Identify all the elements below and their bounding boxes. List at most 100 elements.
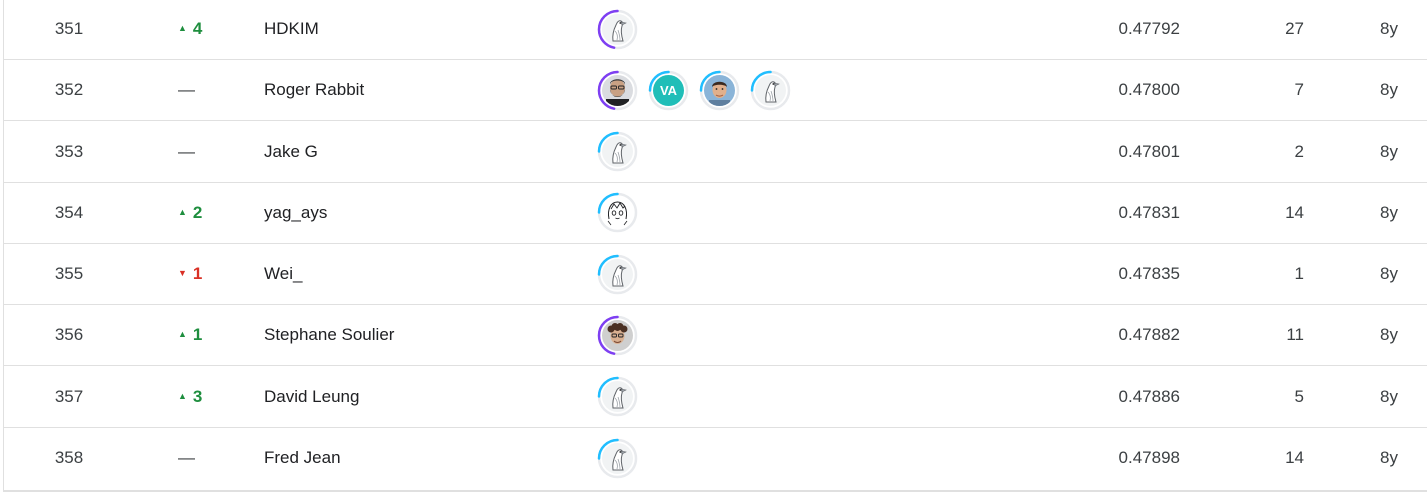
entries-cell: 2 [1294,141,1304,161]
team-members: VA [597,60,897,120]
team-members [597,244,897,304]
rank-change: ▲ 1 [178,305,238,365]
table-row[interactable]: 352 — Roger Rabbit VA 0.47800 7 8y [4,60,1427,122]
entries-cell: 14 [1285,202,1304,222]
avatar-image [602,13,633,45]
entries-cell: 14 [1285,448,1304,468]
rank-change: ▲ 4 [178,0,238,59]
rank-cell: 356 [54,325,84,345]
score-cell: 0.47792 [1118,19,1180,38]
avatar-image: VA [653,74,684,106]
rank-up-icon: ▲ [178,329,187,340]
score-cell: 0.47898 [1118,448,1180,468]
team-name[interactable]: Stephane Soulier [264,305,584,365]
last-submission-cell: 8y [1380,325,1398,345]
rank-change-value: 3 [192,386,203,406]
team-name[interactable]: Jake G [264,122,584,182]
member-avatar[interactable] [699,70,740,111]
rank-cell: 357 [54,386,84,406]
entries-cell: 27 [1285,19,1304,38]
team-members [597,428,897,489]
team-name[interactable]: David Leung [264,367,584,427]
rank-change-value: 1 [192,264,203,283]
last-submission-cell: 8y [1380,80,1398,100]
leaderboard-table: 351 ▲ 4 HDKIM 0.47792 27 8y 352 — Roger … [3,0,1427,492]
avatar-image [602,442,633,474]
last-submission-cell: 8y [1380,448,1398,468]
member-avatar[interactable] [597,254,638,295]
rank-cell: 354 [54,202,84,222]
avatar-image [602,74,633,106]
member-avatar[interactable] [597,315,638,356]
team-members [597,0,897,59]
last-submission-cell: 8y [1380,141,1398,161]
table-row[interactable]: 356 ▲ 1 Stephane Soulier 0.47882 11 8y [4,305,1427,367]
rank-cell: 353 [54,141,84,161]
rank-change: ▲ 3 [178,367,238,427]
last-submission-cell: 8y [1380,202,1398,222]
rank-change-value: — [178,448,195,468]
rank-change: ▲ 2 [178,183,238,243]
team-members [597,122,897,182]
team-name[interactable]: Roger Rabbit [264,60,584,120]
member-avatar[interactable] [597,438,638,479]
avatar-image [602,381,633,412]
member-avatar[interactable] [597,70,638,111]
rank-change-value: — [178,141,195,161]
team-members [597,305,897,365]
rank-cell: 352 [54,80,84,100]
table-row[interactable]: 353 — Jake G 0.47801 2 8y [4,122,1427,183]
table-row[interactable]: 351 ▲ 4 HDKIM 0.47792 27 8y [4,0,1427,60]
score-cell: 0.47835 [1118,264,1180,283]
rank-change-value: — [178,80,195,100]
score-cell: 0.47831 [1118,202,1180,222]
team-name[interactable]: yag_ays [264,183,584,243]
team-members [597,367,897,427]
rank-change-value: 4 [192,19,203,38]
table-row[interactable]: 357 ▲ 3 David Leung 0.47886 5 8y [4,367,1427,428]
rank-change: — [178,428,238,489]
rank-up-icon: ▲ [178,390,187,401]
avatar-image [704,74,735,106]
entries-cell: 11 [1286,325,1304,345]
last-submission-cell: 8y [1380,386,1398,406]
entries-cell: 5 [1294,386,1304,406]
avatar-image [602,258,633,290]
team-name[interactable]: Wei_ [264,244,584,304]
last-submission-cell: 8y [1380,19,1398,38]
avatar-image [755,74,786,106]
team-members [597,183,897,243]
score-cell: 0.47882 [1118,325,1180,345]
entries-cell: 1 [1294,264,1304,283]
rank-up-icon: ▲ [178,206,187,217]
score-cell: 0.47801 [1118,141,1180,161]
member-initials: VA [653,74,684,106]
avatar-image [602,319,633,351]
score-cell: 0.47886 [1118,386,1180,406]
rank-change-value: 1 [192,325,203,345]
rank-change-value: 2 [192,202,203,222]
rank-cell: 351 [54,19,84,38]
avatar-image [602,136,633,167]
member-avatar[interactable]: VA [648,70,689,111]
member-avatar[interactable] [597,192,638,233]
last-submission-cell: 8y [1380,264,1398,283]
table-row[interactable]: 354 ▲ 2 yag_ays 0.47831 14 8y [4,183,1427,244]
score-cell: 0.47800 [1118,80,1180,100]
member-avatar[interactable] [597,131,638,172]
table-row[interactable]: 355 ▼ 1 Wei_ 0.47835 1 8y [4,244,1427,305]
rank-down-icon: ▼ [178,268,187,278]
member-avatar[interactable] [597,9,638,50]
rank-change: ▼ 1 [178,244,238,304]
rank-change: — [178,122,238,182]
member-avatar[interactable] [597,376,638,417]
rank-cell: 358 [54,448,84,468]
table-row[interactable]: 358 — Fred Jean 0.47898 14 8y [4,428,1427,489]
rank-cell: 355 [54,264,84,283]
rank-up-icon: ▲ [178,23,187,33]
team-name[interactable]: HDKIM [264,0,584,59]
member-avatar[interactable] [750,70,791,111]
team-name[interactable]: Fred Jean [264,428,584,489]
entries-cell: 7 [1294,80,1304,100]
rank-change: — [178,60,238,120]
